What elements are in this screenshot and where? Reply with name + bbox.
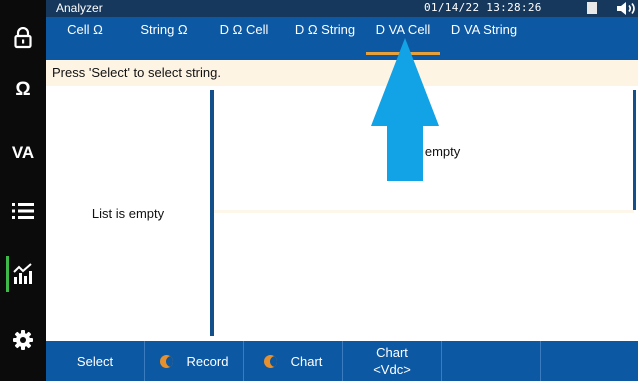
select-button[interactable]: Select (46, 341, 145, 381)
chart-scrollbar[interactable] (633, 90, 636, 210)
function-key-5[interactable] (442, 341, 541, 381)
ohm-icon: Ω (15, 79, 31, 100)
title-bar: Analyzer 01/14/22 13:28:26 (46, 0, 638, 17)
tab-delta-va-string[interactable]: D VA String (444, 19, 524, 57)
tab-bar: Cell Ω String Ω D Ω Cell D Ω String D VA… (46, 17, 638, 60)
lock-icon (14, 27, 32, 49)
string-list[interactable]: List is empty (46, 86, 210, 341)
sidebar-item-label: VA (11, 143, 35, 162)
select-button-label: Select (76, 353, 114, 369)
sidebar-item-resistance[interactable]: Ω (0, 68, 46, 112)
list-icon (12, 203, 34, 219)
tab-delta-ohm-string[interactable]: D Ω String (288, 19, 362, 57)
chart-mode-button[interactable]: Chart <Vdc> (343, 341, 442, 381)
pointer-arrow-icon (371, 38, 439, 181)
chart-mode-title: Chart (376, 345, 408, 360)
function-key-bar: Select Record Chart Chart <Vdc> (46, 341, 638, 381)
status-message-bar: Press 'Select' to select string. (46, 60, 638, 86)
speaker-icon[interactable] (617, 1, 638, 16)
chart-button-label: Chart (290, 353, 323, 369)
status-message: Press 'Select' to select string. (52, 65, 221, 80)
sd-card-icon (587, 2, 597, 14)
chart-toggle-button[interactable]: Chart (244, 341, 343, 381)
sidebar-item-chart[interactable] (0, 252, 46, 296)
tab-cell-ohm[interactable]: Cell Ω (58, 19, 112, 57)
chart-icon (13, 263, 32, 284)
list-empty-text: List is empty (91, 206, 165, 221)
tab-delta-ohm-cell[interactable]: D Ω Cell (214, 19, 274, 57)
app-title: Analyzer (56, 1, 103, 15)
sidebar: Ω VA (0, 0, 46, 381)
chart-mode-value: <Vdc> (373, 362, 411, 377)
analyzer-app: Ω VA Analyzer 01/14/22 13:28:26 Cell Ω S… (0, 0, 638, 381)
record-toggle-button[interactable]: Record (145, 341, 244, 381)
sidebar-item-voltage-current[interactable]: VA (0, 131, 46, 175)
tab-string-ohm[interactable]: String Ω (132, 19, 196, 57)
function-key-6[interactable] (541, 341, 638, 381)
gear-icon (13, 330, 33, 350)
chart-separator (214, 210, 634, 213)
record-button-label: Record (186, 353, 229, 369)
date-time: 01/14/22 13:28:26 (424, 1, 542, 14)
sidebar-item-settings[interactable] (0, 318, 46, 362)
toggle-icon (263, 354, 277, 368)
sidebar-item-list[interactable] (0, 189, 46, 233)
sidebar-item-lock[interactable] (0, 16, 46, 60)
toggle-icon (159, 354, 173, 368)
